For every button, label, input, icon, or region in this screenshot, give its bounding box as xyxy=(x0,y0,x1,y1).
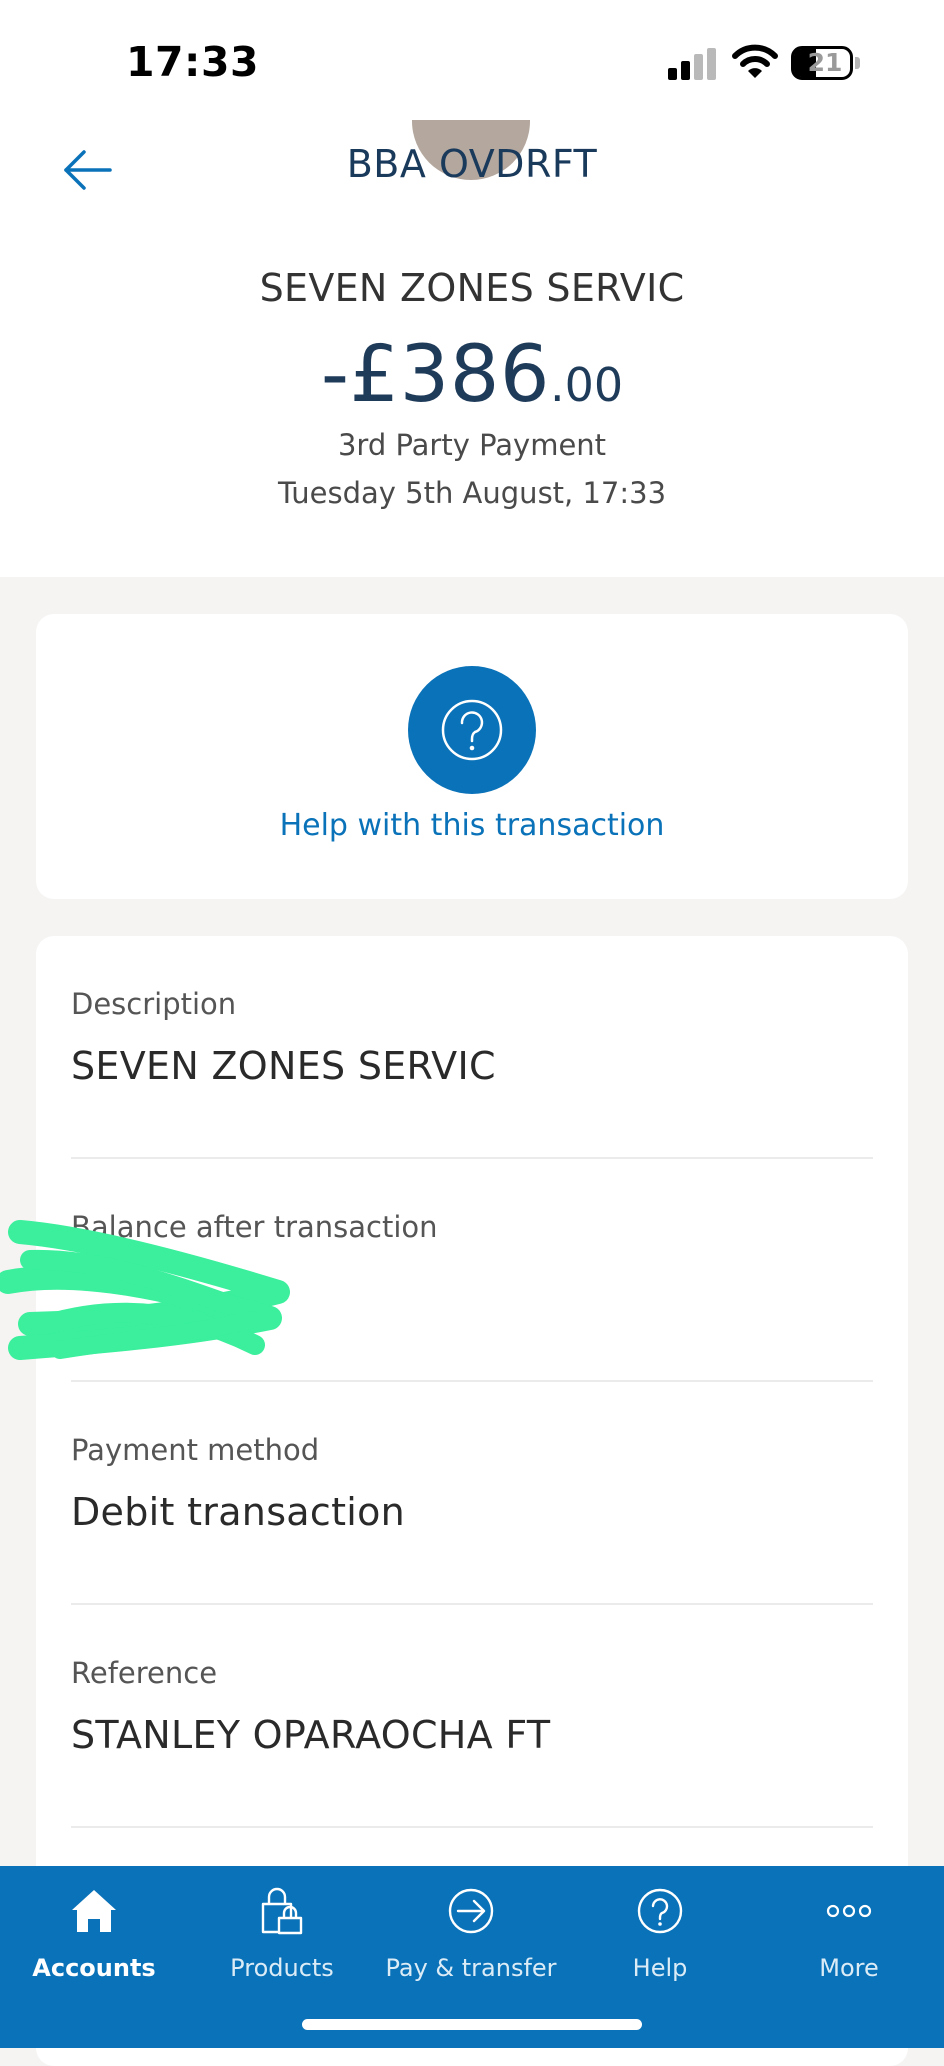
transaction-type: 3rd Party Payment xyxy=(337,428,607,462)
question-icon xyxy=(637,1888,683,1934)
merchant-name: SEVEN ZONES SERVIC xyxy=(259,266,685,310)
detail-value: SEVEN ZONES SERVIC xyxy=(71,1044,496,1088)
page-title: BBA OVDRFT xyxy=(346,142,598,186)
status-bar: 17:33 21 xyxy=(0,0,944,120)
tab-label: Pay & transfer xyxy=(385,1954,557,1982)
transaction-date: Tuesday 5th August, 17:33 xyxy=(277,476,667,510)
detail-value: STANLEY OPARAOCHA FT xyxy=(71,1713,551,1757)
cellular-signal-icon xyxy=(668,48,716,80)
tab-more[interactable]: More xyxy=(755,1866,943,2006)
tab-label: More xyxy=(819,1954,879,1982)
tab-pay-transfer[interactable]: Pay & transfer xyxy=(377,1866,565,2006)
transaction-amount: -£386.00 xyxy=(0,330,944,420)
battery-level: 21 xyxy=(807,48,843,77)
status-time: 17:33 xyxy=(126,38,260,86)
tab-label: Help xyxy=(632,1954,688,1982)
help-transaction-button[interactable] xyxy=(408,666,536,794)
home-icon xyxy=(72,1890,116,1932)
tab-label: Accounts xyxy=(32,1954,156,1982)
redaction-scribble xyxy=(0,1220,290,1360)
help-transaction-link[interactable]: Help with this transaction xyxy=(36,808,908,843)
tab-bar: Accounts Products Pay & transfer Help Mo… xyxy=(0,1866,944,2048)
home-indicator xyxy=(302,2019,642,2030)
question-circle-icon xyxy=(441,699,503,761)
detail-description: Description SEVEN ZONES SERVIC xyxy=(71,936,873,1159)
tab-help[interactable]: Help xyxy=(566,1866,754,2006)
detail-payment-method: Payment method Debit transaction xyxy=(71,1382,873,1605)
tab-products[interactable]: Products xyxy=(188,1866,376,2006)
transfer-arrow-icon xyxy=(448,1888,494,1934)
tab-label: Products xyxy=(230,1954,334,1982)
help-card: Help with this transaction xyxy=(36,614,908,899)
more-dots-icon xyxy=(826,1904,872,1918)
detail-label: Reference xyxy=(71,1656,218,1690)
detail-label: Payment method xyxy=(71,1433,320,1467)
detail-value: Debit transaction xyxy=(71,1490,406,1534)
shopping-bag-icon xyxy=(261,1887,303,1935)
amount-pence: .00 xyxy=(550,358,624,412)
transaction-summary: BBA OVDRFT SEVEN ZONES SERVIC -£386.00 3… xyxy=(0,120,944,577)
battery-icon: 21 xyxy=(791,46,861,80)
tab-accounts[interactable]: Accounts xyxy=(0,1866,188,2006)
wifi-icon xyxy=(732,44,778,78)
amount-main: -£386 xyxy=(320,330,550,420)
detail-label: Description xyxy=(71,987,237,1021)
detail-reference: Reference STANLEY OPARAOCHA FT xyxy=(71,1605,873,1828)
